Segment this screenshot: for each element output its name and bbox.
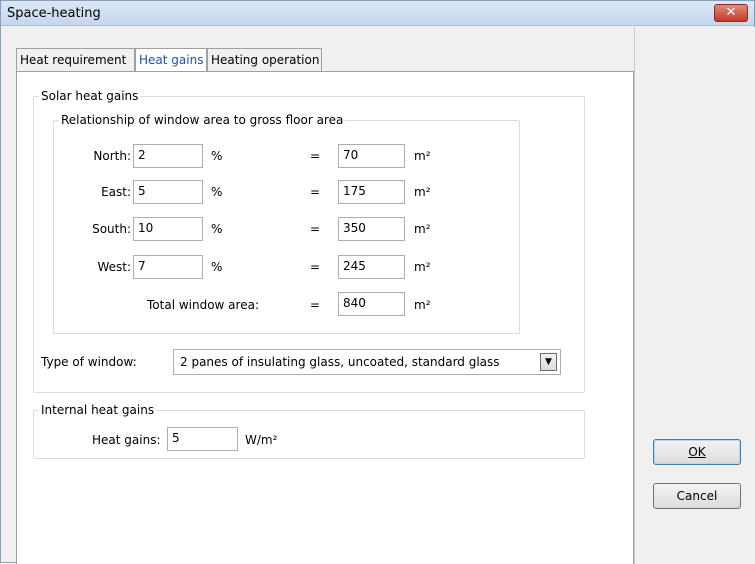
heat-gains-unit: W/m² — [245, 433, 278, 447]
total-window-area-label: Total window area: — [147, 298, 259, 312]
east-percent-input[interactable]: 5 — [133, 180, 203, 204]
total-area-unit: m² — [414, 298, 431, 312]
heat-gains-label: Heat gains: — [92, 433, 161, 447]
north-area-input[interactable]: 70 — [338, 144, 405, 168]
east-area-input[interactable]: 175 — [338, 180, 405, 204]
heat-gains-input[interactable]: 5 — [167, 427, 238, 451]
tab-heat-requirement[interactable]: Heat requirement — [16, 48, 135, 72]
north-area-unit: m² — [414, 149, 431, 163]
north-label: North: — [93, 149, 131, 163]
east-area-unit: m² — [414, 185, 431, 199]
south-label: South: — [92, 222, 131, 236]
window-type-select[interactable]: 2 panes of insulating glass, uncoated, s… — [173, 349, 561, 375]
north-percent-unit: % — [211, 149, 223, 163]
heat-gains-panel: Solar heat gains Relationship of window … — [16, 71, 634, 564]
internal-heat-gains-legend: Internal heat gains — [39, 403, 157, 417]
window-ratio-legend: Relationship of window area to gross flo… — [59, 113, 346, 127]
ok-label: OK — [688, 445, 706, 459]
west-percent-unit: % — [211, 260, 223, 274]
title-bar: Space-heating ✕ — [1, 1, 754, 26]
west-area-unit: m² — [414, 260, 431, 274]
total-window-area-input[interactable]: 840 — [338, 292, 405, 316]
south-area-unit: m² — [414, 222, 431, 236]
east-equals: = — [310, 185, 321, 199]
window-type-value: 2 panes of insulating glass, uncoated, s… — [180, 355, 500, 369]
window-type-label: Type of window: — [41, 355, 137, 369]
east-percent-unit: % — [211, 185, 223, 199]
ok-button[interactable]: OK — [653, 439, 741, 465]
cancel-button[interactable]: Cancel — [653, 483, 741, 509]
button-pane: OK Cancel — [634, 27, 755, 564]
west-equals: = — [310, 260, 321, 274]
solar-heat-gains-legend: Solar heat gains — [39, 89, 141, 103]
space-heating-dialog: Space-heating ✕ Heat requirement Heat ga… — [0, 0, 755, 564]
total-equals: = — [310, 298, 321, 312]
west-percent-input[interactable]: 7 — [133, 255, 203, 279]
north-equals: = — [310, 149, 321, 163]
chevron-down-icon[interactable]: ▼ — [540, 353, 557, 371]
south-equals: = — [310, 222, 321, 236]
south-area-input[interactable]: 350 — [338, 217, 405, 241]
south-percent-unit: % — [211, 222, 223, 236]
east-label: East: — [101, 185, 131, 199]
tab-heat-gains[interactable]: Heat gains — [135, 48, 207, 73]
north-percent-input[interactable]: 2 — [133, 144, 203, 168]
tab-heating-operation[interactable]: Heating operation — [207, 48, 322, 72]
window-title: Space-heating — [7, 6, 101, 21]
west-label: West: — [97, 260, 131, 274]
west-area-input[interactable]: 245 — [338, 255, 405, 279]
close-icon[interactable]: ✕ — [714, 4, 748, 22]
south-percent-input[interactable]: 10 — [133, 217, 203, 241]
